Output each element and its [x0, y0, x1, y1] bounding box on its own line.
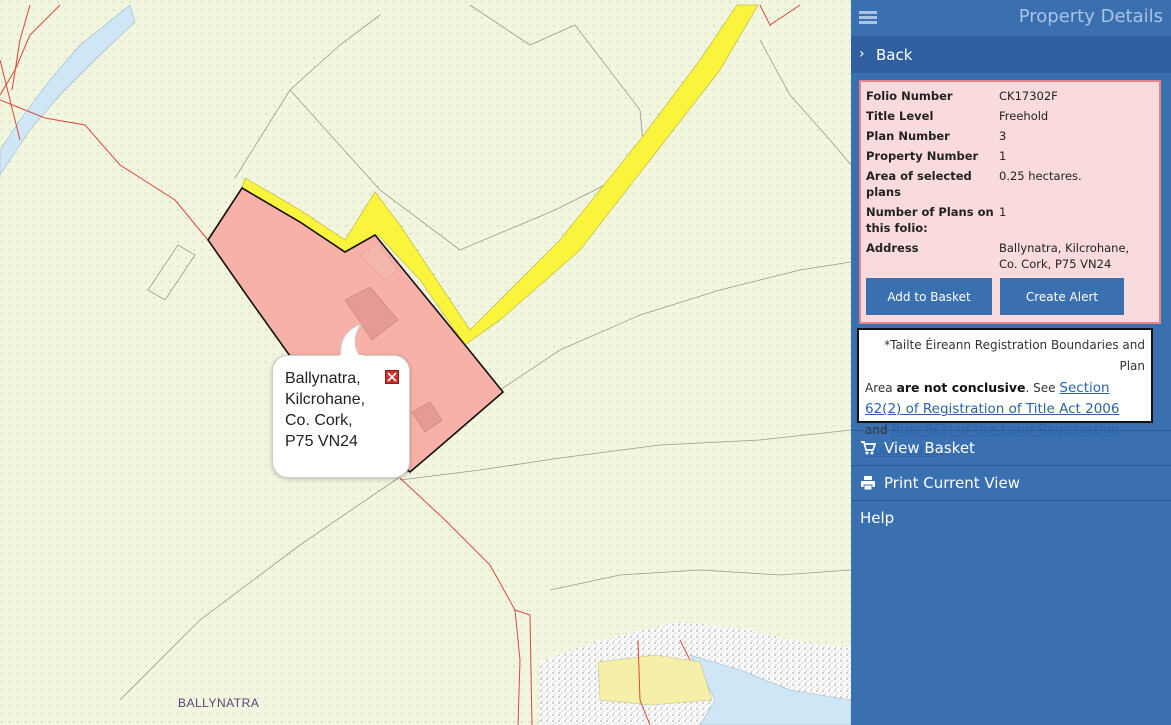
add-to-basket-button[interactable]: Add to Basket: [866, 278, 992, 315]
details-row: Number of Plans on this folio: 1: [866, 204, 1149, 240]
details-row: Folio Number CK17302F: [866, 88, 1149, 108]
disclaimer-emphasis: are not conclusive: [896, 380, 1026, 395]
help-item[interactable]: Help: [851, 500, 1171, 535]
printer-icon: [861, 476, 875, 491]
chevron-right-icon: ›: [859, 46, 865, 62]
popup-close-button[interactable]: [385, 370, 399, 384]
detail-value: CK17302F: [999, 89, 1058, 103]
detail-label: Plan Number: [866, 129, 950, 143]
details-row: Property Number 1: [866, 148, 1149, 168]
detail-value: 0.25 hectares.: [999, 169, 1082, 183]
detail-label: Area of selected plans: [866, 169, 972, 199]
detail-label: Folio Number: [866, 89, 953, 103]
details-row: Address Ballynatra, Kilcrohane, Co. Cork…: [866, 240, 1149, 276]
detail-value: 1: [999, 149, 1007, 163]
yellow-field: [597, 654, 713, 706]
disclaimer-text: Area: [865, 381, 893, 395]
townland-label: BALLYNATRA: [178, 696, 260, 710]
print-view-label: Print Current View: [884, 474, 1020, 492]
disclaimer-box: *Tailte Éireann Registration Boundaries …: [857, 328, 1153, 459]
popup-address-line: P75 VN24: [285, 433, 358, 450]
help-label: Help: [860, 509, 895, 527]
details-row: Area of selected plans 0.25 hectares.: [866, 168, 1149, 204]
popup-address-line: Ballynatra,: [285, 370, 361, 387]
detail-label: Title Level: [866, 109, 934, 123]
details-table: Folio Number CK17302F Title Level Freeho…: [866, 88, 1149, 276]
detail-label: Number of Plans on this folio:: [866, 205, 994, 235]
map-canvas[interactable]: [0, 0, 851, 725]
detail-label: Address: [866, 241, 919, 255]
view-basket-label: View Basket: [884, 439, 975, 457]
details-row: Plan Number 3: [866, 128, 1149, 148]
detail-value: Ballynatra, Kilcrohane, Co. Cork, P75 VN…: [999, 241, 1130, 271]
close-icon: [387, 372, 397, 382]
cart-icon: [861, 441, 876, 455]
details-row: Title Level Freehold: [866, 108, 1149, 128]
print-view-item[interactable]: Print Current View: [851, 465, 1171, 500]
disclaimer-text: . See: [1025, 381, 1056, 395]
create-alert-button[interactable]: Create Alert: [1000, 278, 1124, 315]
panel-title: Property Details: [1018, 6, 1163, 27]
menu-icon[interactable]: [859, 11, 877, 25]
back-button[interactable]: › Back: [851, 37, 1171, 73]
popup-pointer: [339, 322, 363, 358]
detail-value: 3: [999, 129, 1007, 143]
address-popup: Ballynatra, Kilcrohane, Co. Cork, P75 VN…: [272, 322, 410, 478]
view-basket-item[interactable]: View Basket: [851, 430, 1171, 465]
disclaimer-text: *Tailte Éireann Registration Boundaries …: [884, 338, 1145, 373]
popup-address-line: Kilcrohane,: [285, 391, 366, 408]
detail-value: 1: [999, 205, 1007, 219]
map-view[interactable]: Ballynatra, Kilcrohane, Co. Cork, P75 VN…: [0, 0, 851, 725]
property-details-card: Folio Number CK17302F Title Level Freeho…: [859, 80, 1161, 324]
popup-address-line: Co. Cork,: [285, 412, 353, 429]
detail-label: Property Number: [866, 149, 979, 163]
detail-value: Freehold: [999, 109, 1049, 123]
panel-header: Property Details: [851, 0, 1171, 37]
property-details-panel: Property Details › Back Folio Number CK1…: [851, 0, 1171, 725]
back-label: Back: [876, 46, 913, 64]
